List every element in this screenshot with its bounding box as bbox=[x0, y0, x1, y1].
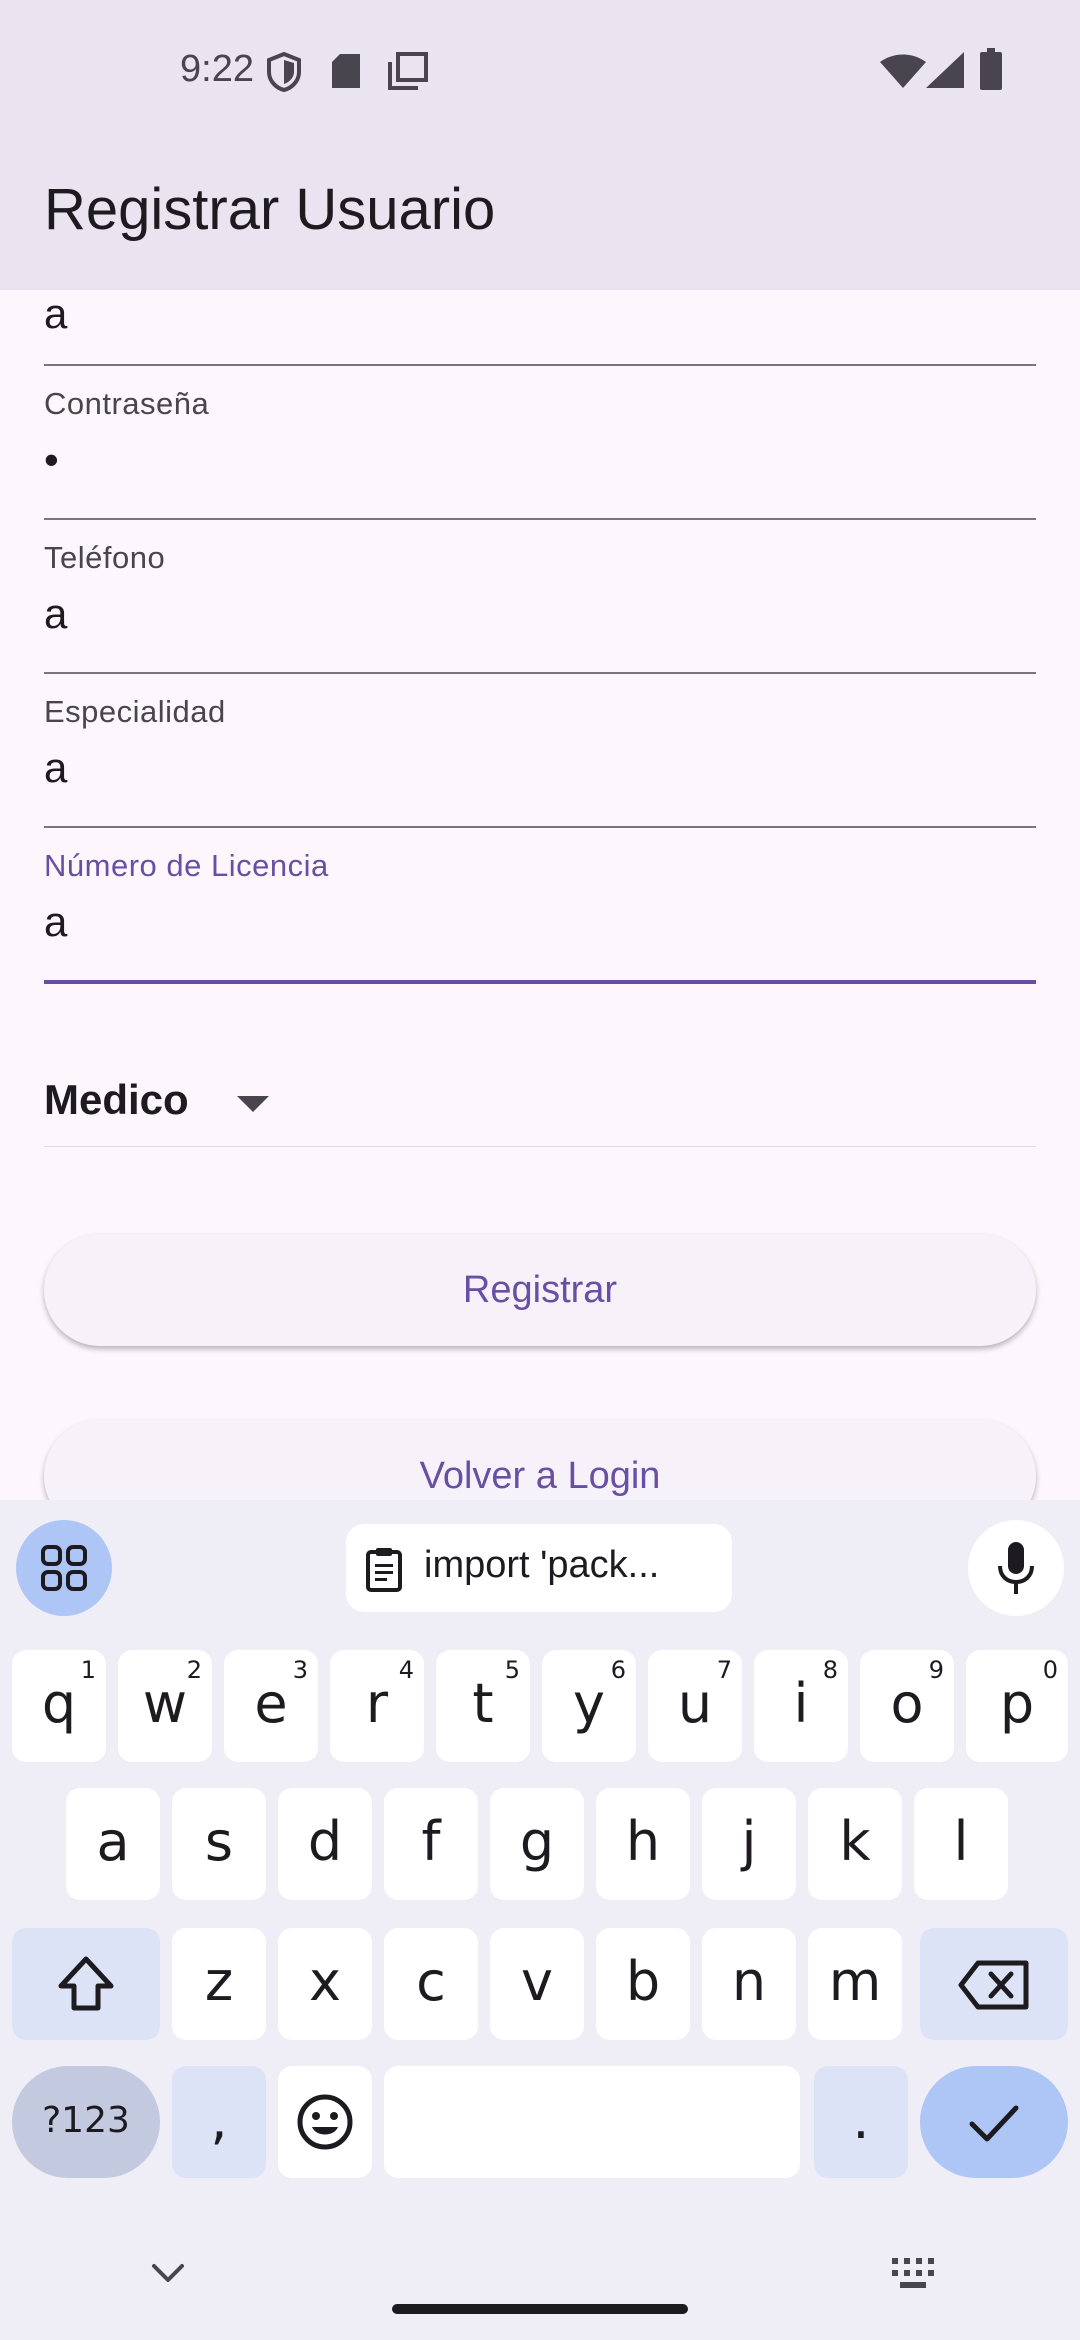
clipboard-icon bbox=[366, 1548, 402, 1592]
emoji-key[interactable] bbox=[278, 2066, 372, 2178]
key-u[interactable]: u7 bbox=[648, 1650, 742, 1762]
screenshot-icon bbox=[388, 52, 428, 90]
password-field-label: Contraseña bbox=[44, 386, 210, 421]
password-field-value: • bbox=[44, 436, 59, 483]
key-j[interactable]: j bbox=[702, 1788, 796, 1900]
name-field-value: a bbox=[44, 290, 68, 337]
license-number-field[interactable]: Número de Licencia a bbox=[44, 826, 1036, 984]
keyboard-apps-button[interactable] bbox=[16, 1520, 112, 1616]
key-e[interactable]: e3 bbox=[224, 1650, 318, 1762]
key-d[interactable]: d bbox=[278, 1788, 372, 1900]
wifi-icon bbox=[880, 54, 926, 88]
phone-field-label: Teléfono bbox=[44, 540, 166, 575]
keyboard-toolbar: import 'pack... bbox=[0, 1500, 1080, 1630]
period-key[interactable]: . bbox=[814, 2066, 908, 2178]
space-key[interactable] bbox=[384, 2066, 800, 2178]
key-m[interactable]: m bbox=[808, 1928, 902, 2040]
key-f[interactable]: f bbox=[384, 1788, 478, 1900]
app-bar: Registrar Usuario bbox=[0, 140, 1080, 290]
symbols-key[interactable]: ?123 bbox=[12, 2066, 160, 2178]
role-dropdown[interactable]: Medico bbox=[44, 1030, 1036, 1147]
emoji-icon bbox=[297, 2094, 353, 2150]
hide-keyboard-icon[interactable] bbox=[150, 2262, 186, 2286]
key-h[interactable]: h bbox=[596, 1788, 690, 1900]
key-k[interactable]: k bbox=[808, 1788, 902, 1900]
role-dropdown-value: Medico bbox=[44, 1076, 189, 1123]
key-y[interactable]: y6 bbox=[542, 1650, 636, 1762]
status-bar: 9:22 bbox=[0, 0, 1080, 140]
microphone-icon bbox=[998, 1542, 1034, 1594]
shift-key[interactable] bbox=[12, 1928, 160, 2040]
cell-signal-icon bbox=[926, 52, 964, 88]
shield-icon bbox=[267, 52, 301, 92]
specialty-field[interactable]: Especialidad a bbox=[44, 672, 1036, 828]
specialty-field-value: a bbox=[44, 744, 68, 791]
backspace-icon bbox=[958, 1960, 1029, 2010]
done-key[interactable] bbox=[920, 2066, 1068, 2178]
key-i[interactable]: i8 bbox=[754, 1650, 848, 1762]
voice-input-button[interactable] bbox=[968, 1520, 1064, 1616]
key-o[interactable]: o9 bbox=[860, 1650, 954, 1762]
dropdown-arrow-icon bbox=[237, 1096, 269, 1112]
key-z[interactable]: z bbox=[172, 1928, 266, 2040]
clipboard-text: import 'pack... bbox=[424, 1544, 660, 1586]
comma-key[interactable]: , bbox=[172, 2066, 266, 2178]
key-s[interactable]: s bbox=[172, 1788, 266, 1900]
specialty-field-label: Especialidad bbox=[44, 694, 226, 729]
key-p[interactable]: p0 bbox=[966, 1650, 1068, 1762]
key-w[interactable]: w2 bbox=[118, 1650, 212, 1762]
backspace-key[interactable] bbox=[920, 1928, 1068, 2040]
license-number-field-value: a bbox=[44, 898, 68, 945]
page-title: Registrar Usuario bbox=[44, 177, 496, 242]
sd-card-icon bbox=[332, 54, 360, 88]
checkmark-icon bbox=[969, 2105, 1019, 2142]
status-time: 9:22 bbox=[180, 48, 254, 90]
navigation-bar bbox=[0, 2200, 1080, 2340]
name-field[interactable]: a bbox=[44, 290, 1036, 366]
key-l[interactable]: l bbox=[914, 1788, 1008, 1900]
license-number-field-label: Número de Licencia bbox=[44, 848, 329, 883]
key-a[interactable]: a bbox=[66, 1788, 160, 1900]
keyboard-switch-icon[interactable] bbox=[890, 2256, 936, 2290]
key-n[interactable]: n bbox=[702, 1928, 796, 2040]
phone-field[interactable]: Teléfono a bbox=[44, 518, 1036, 674]
key-x[interactable]: x bbox=[278, 1928, 372, 2040]
key-g[interactable]: g bbox=[490, 1788, 584, 1900]
clipboard-suggestion[interactable]: import 'pack... bbox=[346, 1524, 732, 1612]
key-v[interactable]: v bbox=[490, 1928, 584, 2040]
key-t[interactable]: t5 bbox=[436, 1650, 530, 1762]
phone-field-value: a bbox=[44, 590, 68, 637]
home-gesture-bar[interactable] bbox=[392, 2304, 688, 2314]
key-q[interactable]: q1 bbox=[12, 1650, 106, 1762]
key-r[interactable]: r4 bbox=[330, 1650, 424, 1762]
key-c[interactable]: c bbox=[384, 1928, 478, 2040]
battery-icon bbox=[980, 48, 1002, 90]
shift-icon bbox=[58, 1956, 114, 2011]
register-button[interactable]: Registrar bbox=[44, 1234, 1036, 1346]
key-b[interactable]: b bbox=[596, 1928, 690, 2040]
password-field[interactable]: Contraseña • bbox=[44, 364, 1036, 520]
apps-grid-icon bbox=[41, 1545, 87, 1591]
